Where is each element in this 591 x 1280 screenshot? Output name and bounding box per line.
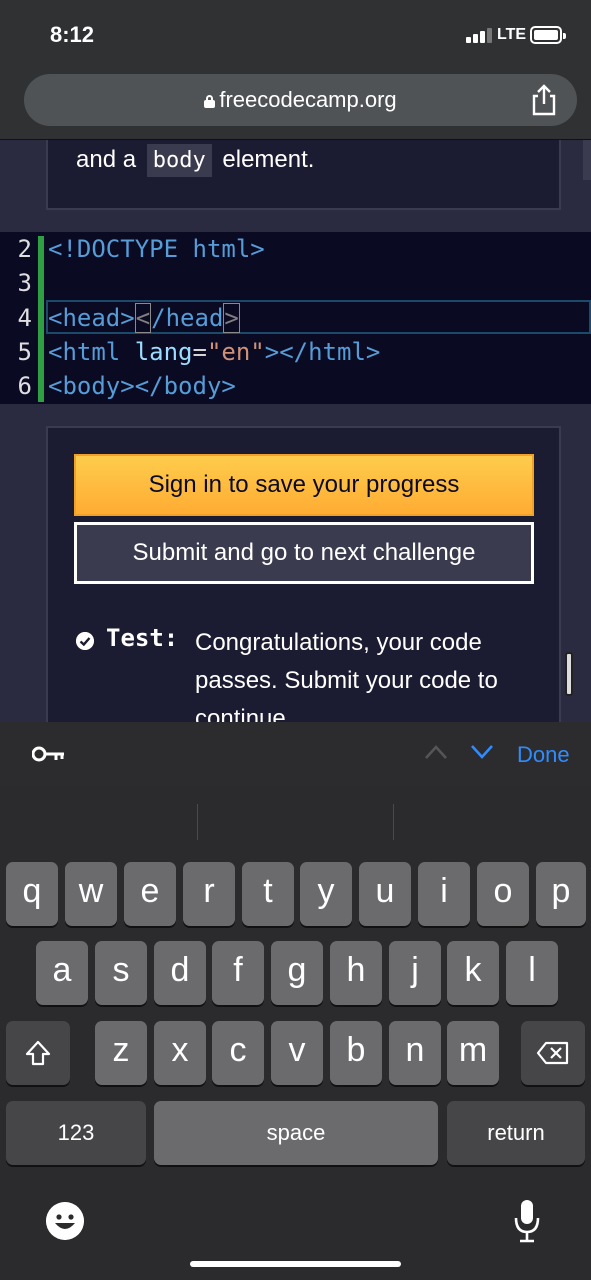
description-prefix: and a	[76, 146, 137, 173]
key-r[interactable]: r	[183, 862, 235, 926]
line-number: 5	[17, 338, 32, 366]
delete-key[interactable]	[521, 1021, 585, 1085]
html-close-tag: ></html>	[264, 338, 381, 366]
space-key[interactable]: space	[154, 1101, 438, 1165]
lesson-description: and a body element.	[46, 140, 561, 210]
key-o[interactable]: o	[477, 862, 529, 926]
delete-icon	[536, 1041, 569, 1065]
bracket-match-close: >	[223, 303, 240, 333]
url-display[interactable]: freecodecamp.org	[24, 87, 577, 113]
key-d[interactable]: d	[154, 941, 206, 1005]
key-k[interactable]: k	[447, 941, 499, 1005]
submit-button[interactable]: Submit and go to next challenge	[74, 522, 534, 584]
code-line-5[interactable]: <html lang="en"></html>	[48, 338, 380, 366]
shift-icon	[25, 1040, 51, 1066]
key-i[interactable]: i	[418, 862, 470, 926]
keyboard-accessory-bar	[0, 722, 591, 786]
line-number-gutter: 2 3 4 5 6	[0, 232, 38, 404]
key-u[interactable]: u	[359, 862, 411, 926]
emoji-icon[interactable]	[46, 1202, 84, 1240]
signin-button[interactable]: Sign in to save your progress	[74, 454, 534, 516]
share-icon[interactable]	[529, 84, 559, 116]
key-p[interactable]: p	[536, 862, 586, 926]
lang-attr: lang	[120, 338, 193, 366]
action-panel: Sign in to save your progress Submit and…	[46, 426, 561, 722]
chevron-down-icon[interactable]	[470, 744, 494, 760]
doctype-token: <!DOCTYPE	[48, 235, 179, 263]
bracket-match-open: <	[134, 303, 152, 333]
signal-icon	[466, 27, 492, 43]
network-label: LTE	[497, 26, 527, 43]
equals-sign: =	[192, 338, 207, 366]
head-close-tag: /head	[151, 304, 224, 332]
key-c[interactable]: c	[212, 1021, 264, 1085]
description-text: and a body element.	[76, 144, 315, 177]
line-number: 3	[17, 269, 32, 297]
key-q[interactable]: q	[6, 862, 58, 926]
return-key[interactable]: return	[447, 1101, 585, 1165]
key-n[interactable]: n	[389, 1021, 441, 1085]
inline-code: body	[146, 144, 212, 177]
battery-icon	[530, 26, 566, 44]
suggestion-divider	[393, 804, 394, 840]
head-open-tag: <head>	[48, 304, 135, 332]
chevron-up-icon[interactable]	[424, 744, 448, 760]
key-z[interactable]: z	[95, 1021, 147, 1085]
scroll-indicator-top	[583, 140, 591, 180]
shift-key[interactable]	[6, 1021, 70, 1085]
key-m[interactable]: m	[447, 1021, 499, 1085]
key-t[interactable]: t	[242, 862, 294, 926]
line-number: 6	[17, 372, 32, 400]
doctype-rest: html>	[178, 235, 265, 263]
browser-top-bar: 8:12 LTE freecodecamp.org	[0, 0, 591, 140]
line-number: 4	[17, 304, 32, 332]
done-button[interactable]: Done	[517, 742, 570, 768]
key-a[interactable]: a	[36, 941, 88, 1005]
html-open-tag: <html	[48, 338, 121, 366]
modified-lines-marker	[38, 236, 44, 402]
numbers-key[interactable]: 123	[6, 1101, 146, 1165]
suggestion-divider	[197, 804, 198, 840]
key-s[interactable]: s	[95, 941, 147, 1005]
key-b[interactable]: b	[330, 1021, 382, 1085]
lock-icon	[204, 95, 216, 108]
scrollbar-thumb[interactable]	[565, 652, 573, 696]
code-editor[interactable]: 2 3 4 5 6 <!DOCTYPE html> <head></head> …	[0, 232, 591, 404]
key-j[interactable]: j	[389, 941, 441, 1005]
key-e[interactable]: e	[124, 862, 176, 926]
key-h[interactable]: h	[330, 941, 382, 1005]
status-time: 8:12	[50, 22, 95, 47]
check-circle-icon	[76, 632, 94, 650]
body-tags: <body></body>	[48, 372, 236, 400]
description-suffix: element.	[222, 146, 315, 173]
page-content[interactable]: and a body element. 2 3 4 5 6 <!DOCTYPE …	[0, 140, 591, 722]
test-result-text: Congratulations, your code passes. Submi…	[195, 629, 498, 722]
code-line-4[interactable]: <head></head>	[48, 303, 240, 333]
key-l[interactable]: l	[506, 941, 558, 1005]
code-line-2[interactable]: <!DOCTYPE html>	[48, 235, 265, 263]
line-number: 2	[17, 235, 32, 263]
key-f[interactable]: f	[212, 941, 264, 1005]
url-text: freecodecamp.org	[219, 87, 397, 112]
address-bar[interactable]: freecodecamp.org	[24, 74, 577, 126]
key-y[interactable]: y	[300, 862, 352, 926]
code-line-6[interactable]: <body></body>	[48, 372, 236, 400]
key-icon[interactable]	[32, 744, 66, 764]
home-indicator[interactable]	[190, 1261, 401, 1267]
mic-icon[interactable]	[512, 1198, 542, 1244]
key-v[interactable]: v	[271, 1021, 323, 1085]
key-g[interactable]: g	[271, 941, 323, 1005]
key-x[interactable]: x	[154, 1021, 206, 1085]
key-w[interactable]: w	[65, 862, 117, 926]
lang-value: "en"	[206, 338, 265, 366]
test-label: Test:	[106, 624, 179, 652]
